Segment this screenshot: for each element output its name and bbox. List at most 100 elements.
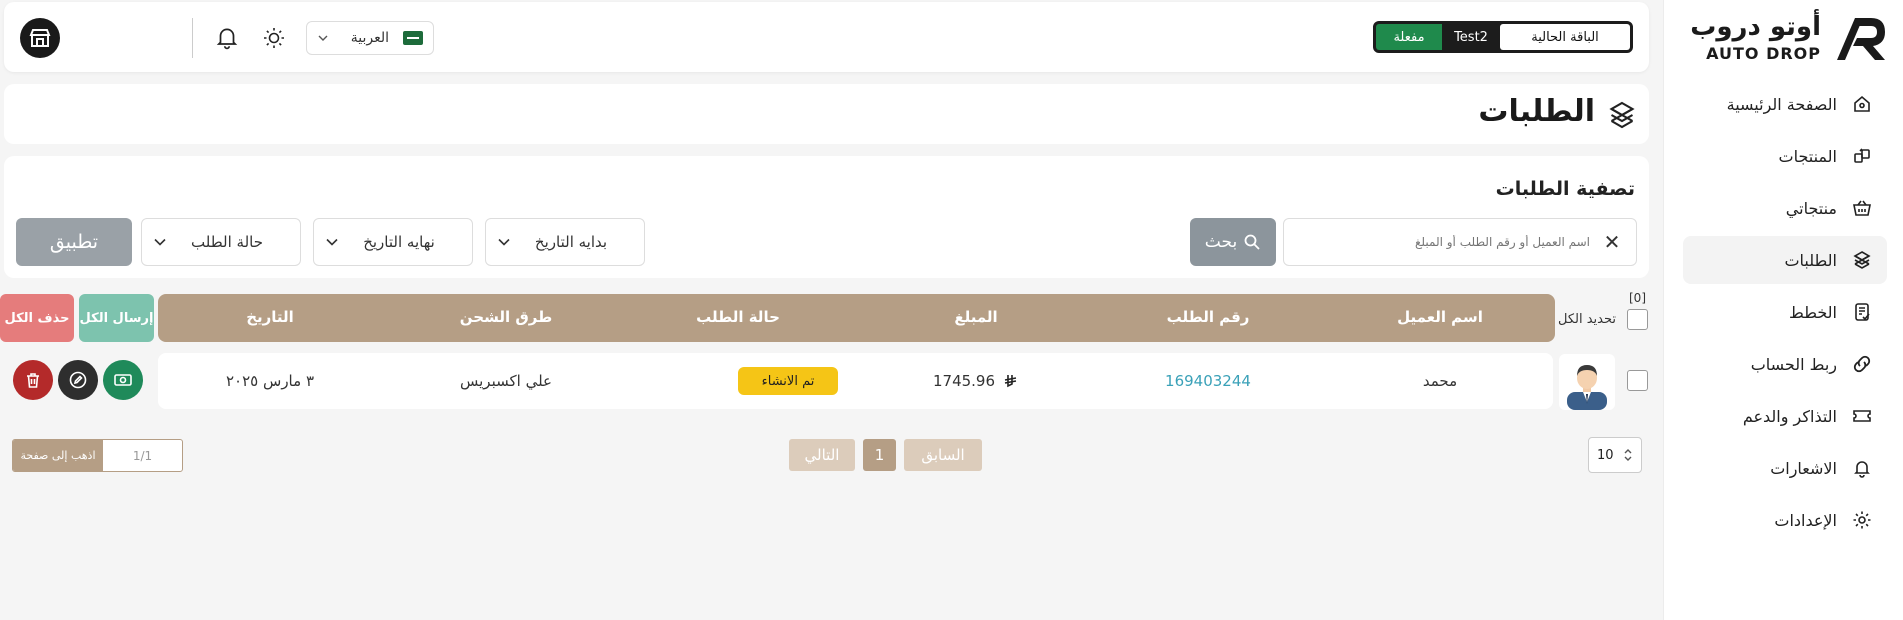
cell-shipping: علي اكسبريس xyxy=(460,372,552,390)
chevron-down-icon xyxy=(317,31,329,45)
home-icon xyxy=(1851,93,1873,115)
selected-count: [0] xyxy=(1629,291,1646,305)
brand-name-english: AUTO DROP xyxy=(1706,44,1821,63)
search-input[interactable] xyxy=(1298,235,1590,249)
column-header-shipping: طرق الشحن xyxy=(459,308,553,326)
cell-order-number-link[interactable]: 169403244 xyxy=(1165,372,1251,390)
search-icon xyxy=(1244,234,1260,250)
search-button-label: بحث xyxy=(1204,232,1238,252)
send-all-button[interactable]: إرسال الكل xyxy=(79,294,154,342)
sidebar-item-orders[interactable]: الطلبات xyxy=(1683,236,1887,284)
page-number-button[interactable]: 1 xyxy=(863,439,896,471)
gear-icon xyxy=(1851,509,1873,531)
sidebar-item-my-products[interactable]: منتجاتي xyxy=(1683,184,1887,232)
top-bar: الباقة الحالية Test2 مفعلة العربية xyxy=(4,2,1649,72)
sidebar-item-label: منتجاتي xyxy=(1785,198,1837,218)
order-status-select[interactable]: حالة الطلب xyxy=(141,218,301,266)
next-page-button[interactable]: التالي xyxy=(789,439,855,471)
language-label: العربية xyxy=(350,30,389,46)
sidebar-item-label: الطلبات xyxy=(1784,250,1837,270)
sidebar-item-notifications[interactable]: الاشعارات xyxy=(1683,444,1887,492)
end-date-label: نهايه التاريخ xyxy=(363,233,435,251)
brand-name-arabic: أوتو دروب xyxy=(1690,12,1821,42)
select-all-label: تحديد الكل xyxy=(1558,312,1617,327)
sidebar-item-tickets[interactable]: التذاكر والدعم xyxy=(1683,392,1887,440)
column-header-customer: اسم العميل xyxy=(1397,308,1483,326)
store-avatar[interactable] xyxy=(20,18,60,58)
edit-icon xyxy=(69,371,87,389)
page-title: الطلبات xyxy=(1478,94,1595,129)
chevron-down-icon xyxy=(326,235,338,249)
view-order-button[interactable] xyxy=(103,360,143,400)
products-icon xyxy=(1851,145,1873,167)
sidebar-item-label: المنتجات xyxy=(1778,146,1838,166)
column-header-status: حالة الطلب xyxy=(696,308,780,326)
sidebar-item-label: ربط الحساب xyxy=(1750,354,1837,374)
riyal-currency-icon xyxy=(1004,375,1017,388)
sidebar-item-home[interactable]: الصفحة الرئيسية xyxy=(1683,80,1887,128)
order-status-badge: تم الانشاء xyxy=(738,367,838,395)
column-header-amount: المبلغ xyxy=(954,308,998,326)
orders-icon xyxy=(1607,100,1637,130)
theme-toggle-sun-icon[interactable] xyxy=(262,26,286,50)
sidebar-item-label: الصفحة الرئيسية xyxy=(1726,94,1837,114)
select-all-checkbox[interactable] xyxy=(1627,309,1648,330)
customer-avatar xyxy=(1559,354,1615,410)
user-avatar-icon xyxy=(1567,365,1607,410)
search-field[interactable]: ✕ xyxy=(1283,218,1637,266)
table-header: اسم العميل رقم الطلب المبلغ حالة الطلب ط… xyxy=(158,294,1555,342)
plan-status-badge: مفعلة xyxy=(1376,24,1442,50)
per-page-select[interactable]: 10 xyxy=(1588,437,1642,473)
brand-logo[interactable]: أوتو دروب AUTO DROP xyxy=(1687,10,1887,66)
trash-icon xyxy=(27,373,39,388)
cell-date: ٣ مارس ٢٠٢٥ xyxy=(226,372,314,390)
goto-page-input[interactable]: 1/1 xyxy=(103,440,182,471)
sidebar-item-label: الخطط xyxy=(1789,302,1837,322)
end-date-select[interactable]: نهايه التاريخ xyxy=(313,218,473,266)
current-plan-label: الباقة الحالية xyxy=(1500,24,1630,50)
basket-icon xyxy=(1851,197,1873,219)
language-select[interactable]: العربية xyxy=(306,21,434,55)
sidebar-item-settings[interactable]: الإعدادات xyxy=(1683,496,1887,544)
order-filter-card: تصفية الطلبات ✕ بحث بدايه التاريخ نهايه … xyxy=(4,156,1649,278)
table-row[interactable]: محمد 169403244 1745.96 تم الانشاء علي اك… xyxy=(158,353,1553,409)
sidebar-item-label: التذاكر والدعم xyxy=(1742,406,1837,426)
plans-icon xyxy=(1851,301,1873,323)
goto-page-button[interactable]: اذهب إلى صفحة xyxy=(13,440,103,471)
clear-search-icon[interactable]: ✕ xyxy=(1602,230,1622,254)
chevron-down-icon xyxy=(154,235,166,249)
column-header-order-number: رقم الطلب xyxy=(1166,308,1250,326)
row-checkbox[interactable] xyxy=(1627,370,1648,391)
sidebar-item-label: الاشعارات xyxy=(1770,458,1837,478)
current-plan-name: Test2 xyxy=(1442,24,1500,50)
prev-page-button[interactable]: السابق xyxy=(904,439,982,471)
bell-icon xyxy=(1851,457,1873,479)
cell-amount: 1745.96 xyxy=(933,372,1019,390)
delete-order-button[interactable] xyxy=(13,360,53,400)
up-down-chevron-icon xyxy=(1624,449,1632,461)
sidebar-item-products[interactable]: المنتجات xyxy=(1683,132,1887,180)
current-plan-badge[interactable]: الباقة الحالية Test2 مفعلة xyxy=(1373,21,1633,53)
sidebar-item-plans[interactable]: الخطط xyxy=(1683,288,1887,336)
store-icon xyxy=(29,29,51,47)
saudi-flag-icon xyxy=(403,31,423,45)
goto-page-control: اذهب إلى صفحة 1/1 xyxy=(12,439,183,472)
search-button[interactable]: بحث xyxy=(1190,218,1276,266)
order-status-label: حالة الطلب xyxy=(191,233,263,251)
edit-order-button[interactable] xyxy=(58,360,98,400)
ticket-icon xyxy=(1851,405,1873,427)
filter-title: تصفية الطلبات xyxy=(1495,178,1635,200)
sidebar-item-link-account[interactable]: ربط الحساب xyxy=(1683,340,1887,388)
header-divider xyxy=(192,18,193,58)
sidebar: أوتو دروب AUTO DROP الصفحة الرئيسية المن… xyxy=(1663,0,1903,620)
column-header-date: التاريخ xyxy=(246,308,294,326)
delete-all-button[interactable]: حذف الكل xyxy=(0,294,74,342)
start-date-select[interactable]: بدايه التاريخ xyxy=(485,218,645,266)
page-title-card: الطلبات xyxy=(4,84,1649,144)
amount-value: 1745.96 xyxy=(932,372,996,390)
apply-button[interactable]: تطبيق xyxy=(16,218,132,266)
per-page-value: 10 xyxy=(1597,447,1614,463)
notifications-bell-icon[interactable] xyxy=(214,24,240,50)
start-date-label: بدايه التاريخ xyxy=(534,233,608,251)
money-icon xyxy=(114,374,132,386)
